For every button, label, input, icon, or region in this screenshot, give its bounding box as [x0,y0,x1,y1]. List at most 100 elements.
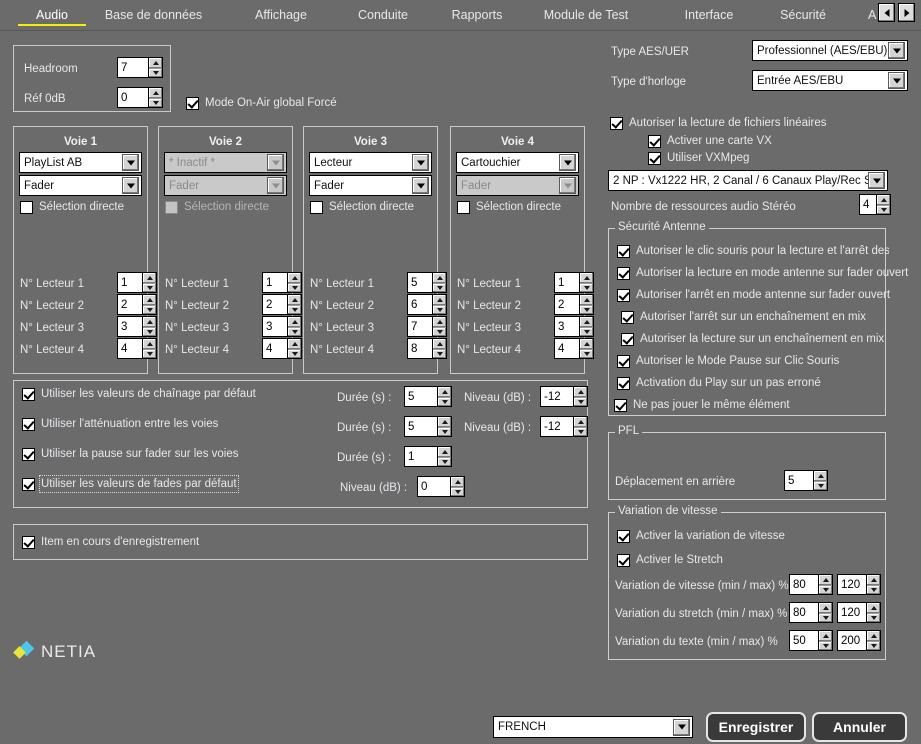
chainage-row1-niveau-stepper[interactable]: -12 [540,386,588,407]
decrement-button[interactable] [143,304,156,314]
decrement-button[interactable] [867,612,880,622]
decrement-button[interactable] [574,396,587,406]
chainage-default-checkbox[interactable]: Utiliser les valeurs de chaînage par déf… [22,387,256,401]
chevron-down-icon[interactable] [412,177,429,194]
securite-item-2-checkbox[interactable]: Autoriser l'arrêt en mode antenne sur fa… [617,288,890,302]
chainage-row3-duree-stepper[interactable]: 1 [404,446,452,467]
voie-1-source-select[interactable]: PlayList AB [19,152,142,173]
decrement-button[interactable] [288,348,301,358]
increment-button[interactable] [438,387,451,397]
voie-1-lecteur-1-stepper[interactable]: 1 [117,272,157,293]
increment-button[interactable] [580,339,593,349]
decrement-button[interactable] [433,304,446,314]
voie-4-lecteur-4-value[interactable]: 4 [554,338,579,359]
save-button[interactable]: Enregistrer [706,712,806,742]
decrement-button[interactable] [867,640,880,650]
decrement-button[interactable] [433,326,446,336]
voie-2-lecteur-3-value[interactable]: 3 [262,316,287,337]
chainage-row4-niveau-stepper[interactable]: 0 [417,476,465,497]
voie-2-lecteur-4-value[interactable]: 4 [262,338,287,359]
headroom-value[interactable]: 7 [117,57,148,78]
voie-4-selection-directe-checkbox[interactable]: Sélection directe [457,200,561,214]
chevron-down-icon[interactable] [559,154,576,171]
decrement-button[interactable] [438,396,451,406]
mode-on-air-global-force-checkbox[interactable]: Mode On-Air global Forcé [186,96,337,110]
chevron-down-icon[interactable] [122,177,139,194]
headroom-stepper[interactable]: 7 [117,57,163,78]
increment-button[interactable] [867,575,880,585]
decrement-button[interactable] [580,348,593,358]
chainage-row1-duree-stepper[interactable]: 5 [404,386,452,407]
voie-4-lecteur-2-stepper[interactable]: 2 [554,294,594,315]
decrement-button[interactable] [574,426,587,436]
cancel-button[interactable]: Annuler [812,712,907,742]
decrement-button[interactable] [877,204,890,214]
voie-2-lecteur-1-stepper[interactable]: 1 [262,272,302,293]
voie-1-lecteur-3-stepper[interactable]: 3 [117,316,157,337]
increment-button[interactable] [819,575,832,585]
voie-2-lecteur-3-stepper[interactable]: 3 [262,316,302,337]
voie-2-lecteur-1-value[interactable]: 1 [262,272,287,293]
decrement-button[interactable] [580,326,593,336]
voie-2-source-select[interactable]: * Inactif * [164,152,287,173]
utiliser-vxmpeg-checkbox[interactable]: Utiliser VXMpeg [648,151,749,165]
fades-default-checkbox[interactable]: Utiliser les valeurs de fades par défaut [22,475,239,493]
increment-button[interactable] [433,273,446,283]
tab-securite[interactable]: Sécurité [765,0,841,30]
voie-3-lecteur-1-value[interactable]: 5 [407,272,432,293]
attenuation-voies-checkbox[interactable]: Utiliser l'atténuation entre les voies [22,417,218,431]
increment-button[interactable] [580,273,593,283]
decrement-button[interactable] [451,486,464,496]
chainage-row2-duree-value[interactable]: 5 [404,416,437,437]
voie-1-lecteur-2-stepper[interactable]: 2 [117,294,157,315]
voie-3-lecteur-2-stepper[interactable]: 6 [407,294,447,315]
voie-3-selection-directe-checkbox[interactable]: Sélection directe [310,200,414,214]
chainage-row2-niveau-stepper[interactable]: -12 [540,416,588,437]
voie-4-mode-select[interactable]: Fader [456,175,579,196]
voie-3-lecteur-2-value[interactable]: 6 [407,294,432,315]
chainage-row1-niveau-value[interactable]: -12 [540,386,573,407]
chainage-row2-duree-stepper[interactable]: 5 [404,416,452,437]
ref0db-decrement-button[interactable] [149,97,162,107]
variation-stretch-min-value[interactable]: 80 [789,602,818,623]
chainage-row2-niveau-value[interactable]: -12 [540,416,573,437]
headroom-decrement-button[interactable] [149,67,162,77]
securite-item-4-checkbox[interactable]: Autoriser la lecture sur un enchaînement… [621,332,884,346]
deplacement-arriere-stepper[interactable]: 5 [784,470,828,491]
increment-button[interactable] [288,317,301,327]
tab-scroll-left-button[interactable] [878,3,895,22]
deplacement-arriere-value[interactable]: 5 [784,470,813,491]
tab-base-de-donnees[interactable]: Base de données [96,0,211,30]
variation-vitesse-min-value[interactable]: 80 [789,574,818,595]
decrement-button[interactable] [288,304,301,314]
nombre-ressources-value[interactable]: 4 [859,194,876,215]
carte-vx-select[interactable]: 2 NP : Vx1222 HR, 2 Canal / 6 Canaux Pla… [608,170,888,191]
tab-rapports[interactable]: Rapports [437,0,517,30]
decrement-button[interactable] [143,282,156,292]
increment-button[interactable] [867,631,880,641]
voie-2-lecteur-4-stepper[interactable]: 4 [262,338,302,359]
increment-button[interactable] [438,447,451,457]
tab-module-de-test[interactable]: Module de Test [528,0,644,30]
chevron-down-icon[interactable] [267,177,284,194]
decrement-button[interactable] [814,480,827,490]
variation-vitesse-max-stepper[interactable]: 120 [837,574,881,595]
voie-4-lecteur-4-stepper[interactable]: 4 [554,338,594,359]
ref0db-increment-button[interactable] [149,88,162,98]
voie-3-mode-select[interactable]: Fader [309,175,432,196]
voie-4-lecteur-2-value[interactable]: 2 [554,294,579,315]
variation-texte-max-stepper[interactable]: 200 [837,630,881,651]
increment-button[interactable] [438,417,451,427]
decrement-button[interactable] [433,348,446,358]
securite-item-0-checkbox[interactable]: Autoriser le clic souris pour la lecture… [617,244,889,258]
activer-stretch-checkbox[interactable]: Activer le Stretch [617,553,723,567]
chainage-row1-duree-value[interactable]: 5 [404,386,437,407]
variation-stretch-min-stepper[interactable]: 80 [789,602,833,623]
nombre-ressources-stepper[interactable]: 4 [859,194,891,215]
chevron-down-icon[interactable] [673,718,690,736]
chevron-down-icon[interactable] [888,42,905,59]
tab-interface[interactable]: Interface [668,0,750,30]
chainage-row3-duree-value[interactable]: 1 [404,446,437,467]
voie-1-lecteur-4-stepper[interactable]: 4 [117,338,157,359]
voie-2-mode-select[interactable]: Fader [164,175,287,196]
